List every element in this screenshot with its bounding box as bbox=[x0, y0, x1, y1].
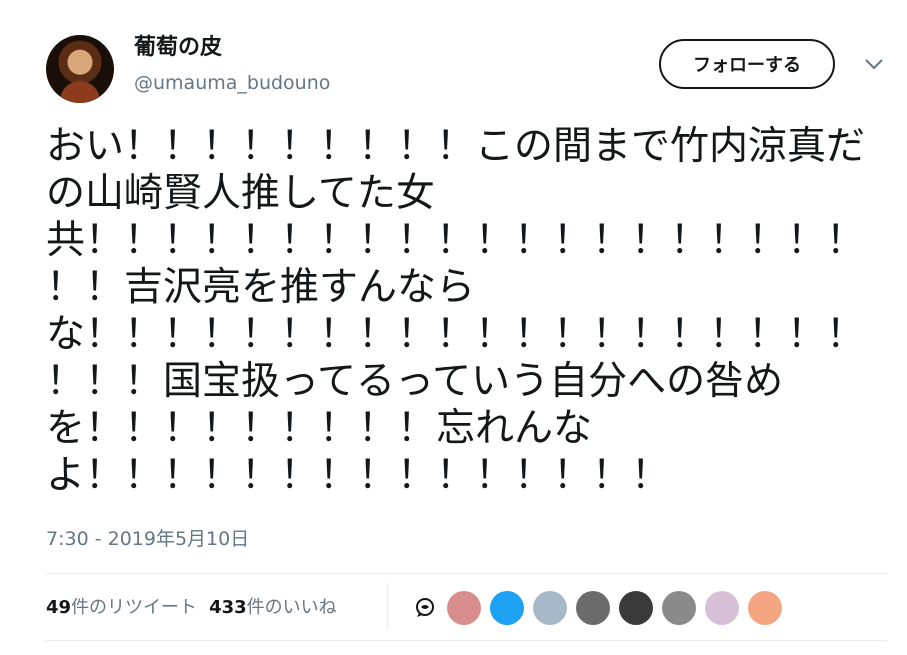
like-label: 件のいいね bbox=[246, 597, 337, 618]
liker-avatar-4[interactable] bbox=[576, 591, 610, 625]
user-handle[interactable]: @umauma_budouno bbox=[134, 71, 330, 95]
divider-top bbox=[46, 573, 887, 574]
liker-avatar-8[interactable] bbox=[748, 591, 782, 625]
retweet-label: 件のリツイート bbox=[71, 597, 198, 618]
stats-separator bbox=[387, 583, 388, 629]
chevron-down-icon[interactable] bbox=[863, 56, 885, 72]
user-avatar[interactable] bbox=[46, 35, 114, 103]
tweet-timestamp[interactable]: 7:30 - 2019年5月10日 bbox=[46, 527, 249, 551]
avatar-portrait-body bbox=[60, 81, 100, 103]
liker-avatar-1[interactable] bbox=[447, 591, 481, 625]
user-display-name[interactable]: 葡萄の皮 bbox=[134, 34, 222, 62]
like-stat[interactable]: 433件のいいね bbox=[209, 597, 337, 618]
tweet-stats: 49件のリツイート 433件のいいね bbox=[46, 596, 337, 620]
retweet-count: 49 bbox=[46, 597, 72, 618]
like-bubble-icon bbox=[416, 598, 434, 617]
liker-avatar-3[interactable] bbox=[533, 591, 567, 625]
follow-button[interactable]: フォローする bbox=[659, 39, 835, 89]
liker-avatar-7[interactable] bbox=[705, 591, 739, 625]
likers-row bbox=[413, 591, 791, 625]
like-count: 433 bbox=[209, 597, 247, 618]
liker-avatar-2[interactable] bbox=[490, 591, 524, 625]
liker-avatar-5[interactable] bbox=[619, 591, 653, 625]
divider-bottom bbox=[46, 640, 887, 641]
liker-avatar-6[interactable] bbox=[662, 591, 696, 625]
tweet-text: おい！！！！！！！！！この間まで竹内涼真だの山崎賢人推してた女 共！！！！！！！… bbox=[46, 124, 866, 498]
retweet-stat[interactable]: 49件のリツイート bbox=[46, 597, 197, 618]
